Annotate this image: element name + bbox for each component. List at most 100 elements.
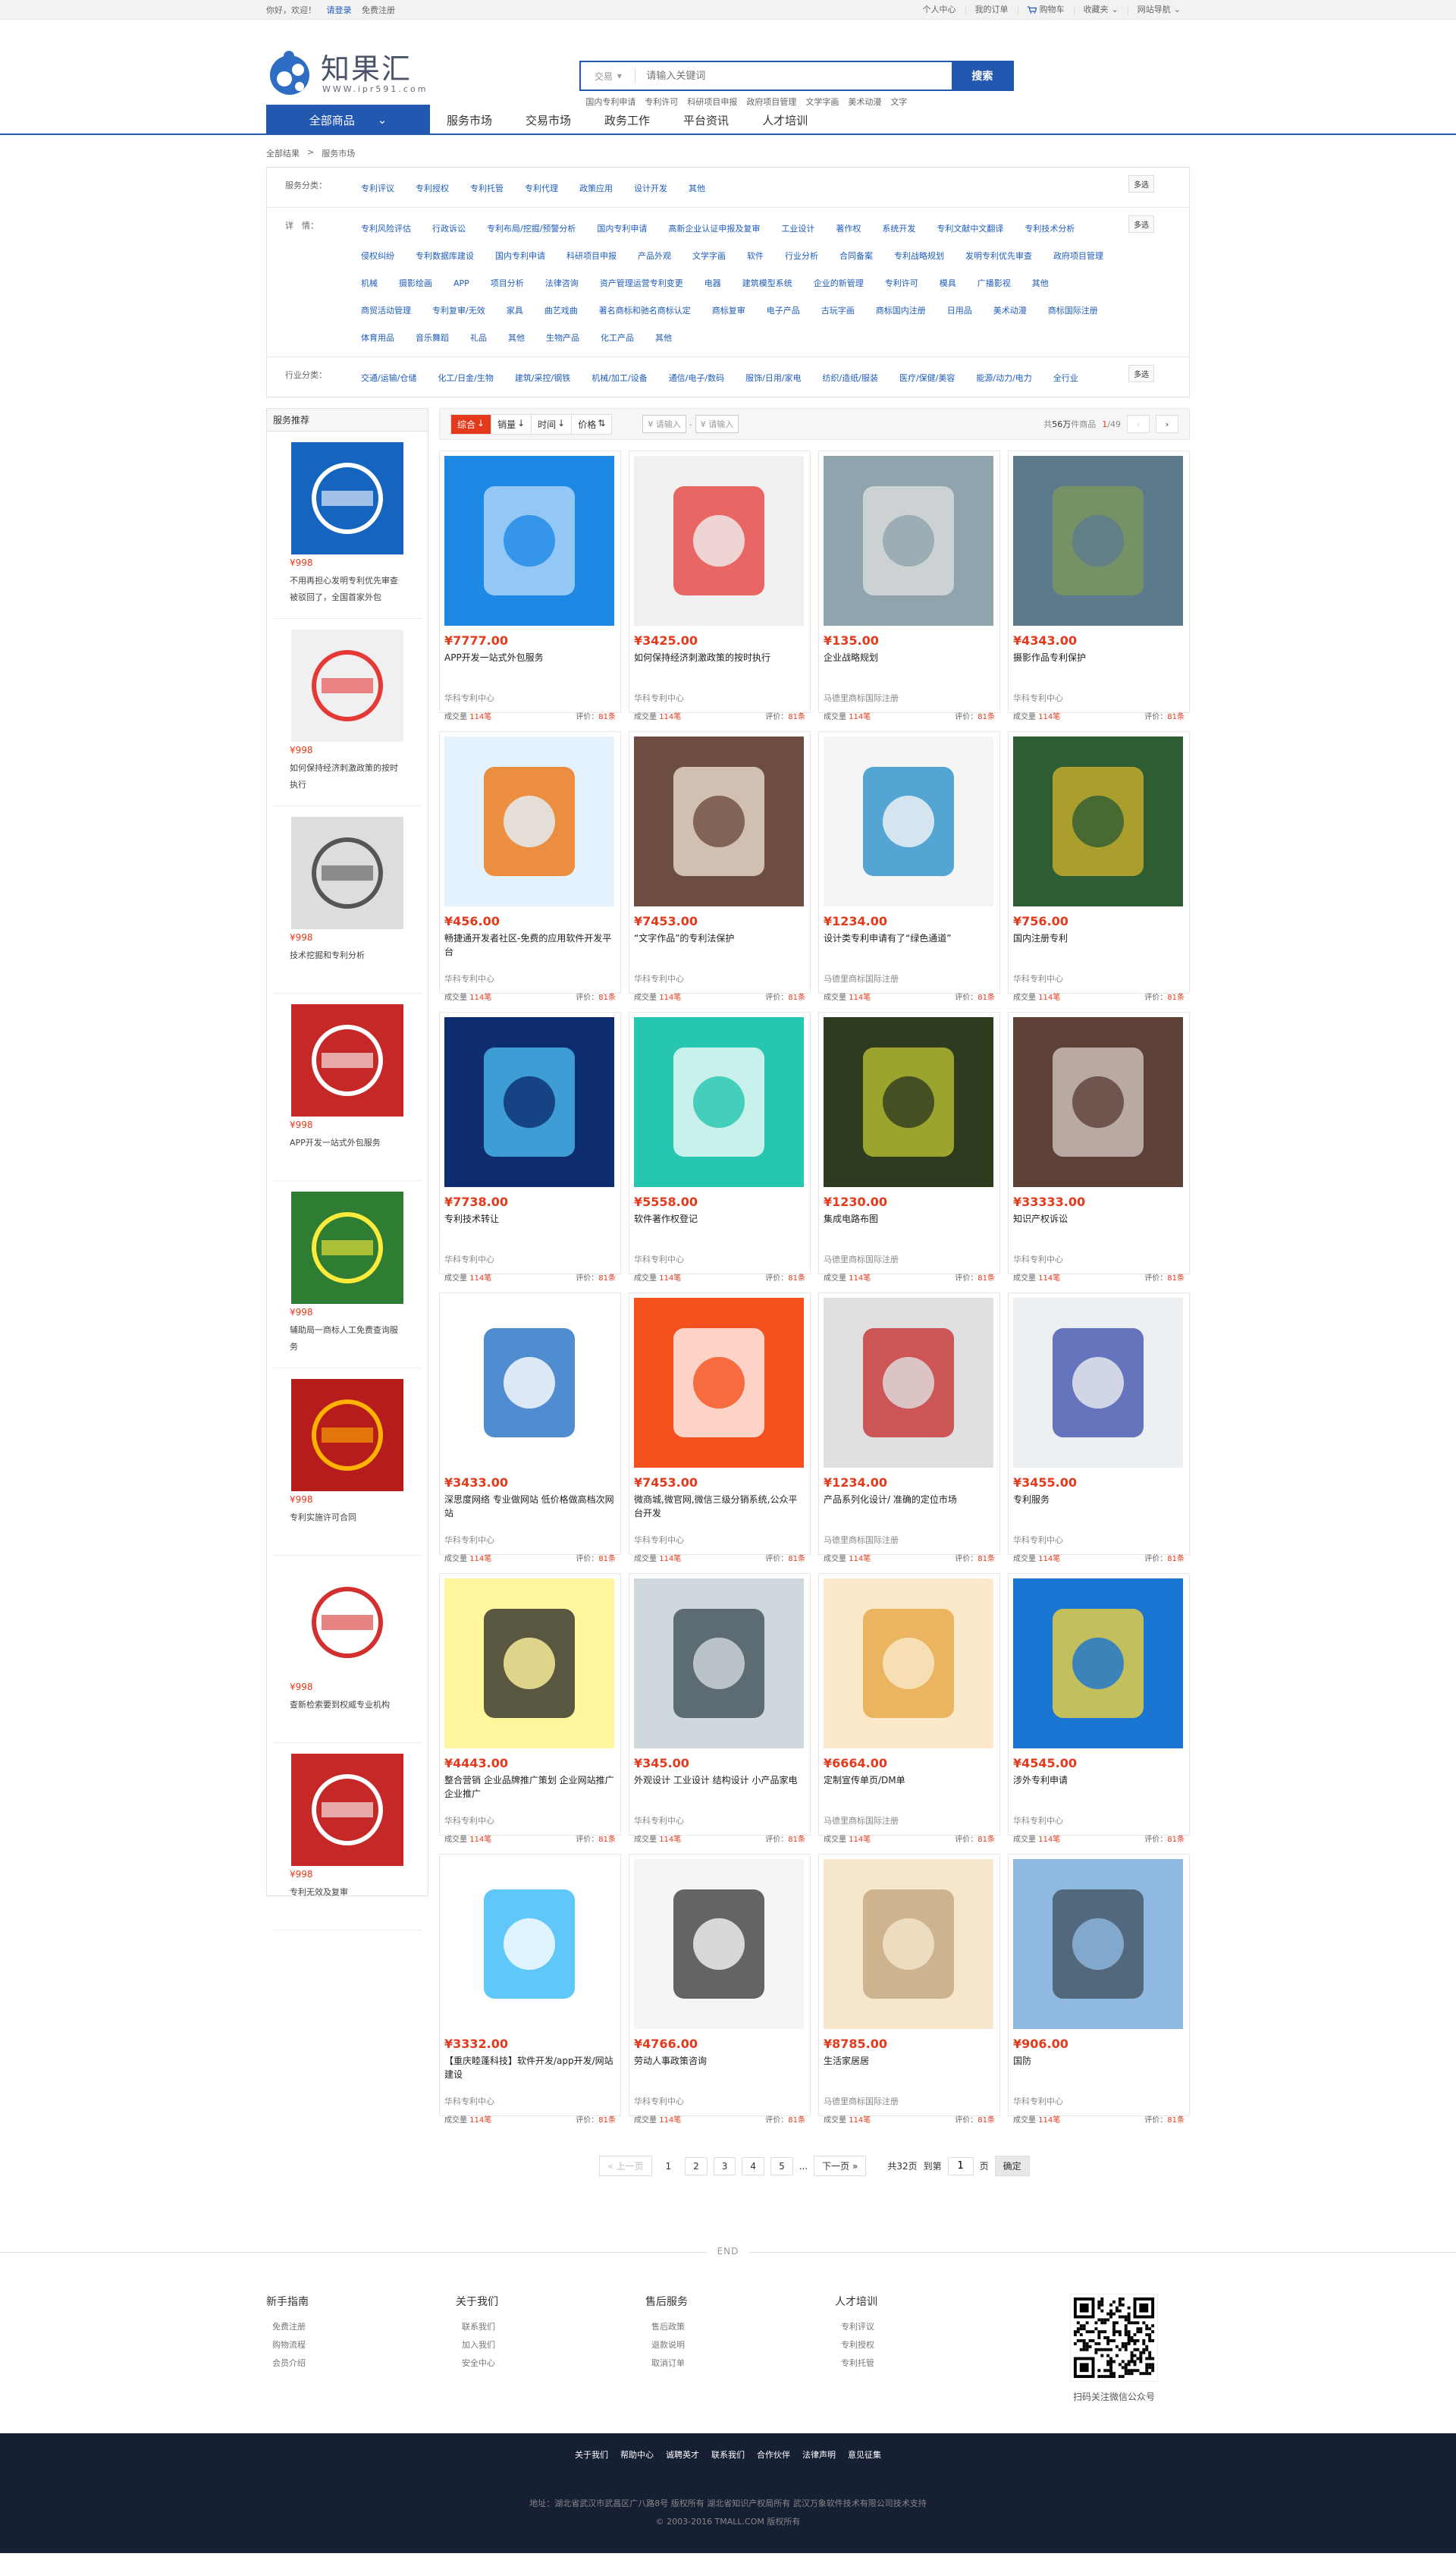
filter-option[interactable]: 资产管理运营专利变更 [600, 270, 683, 297]
recommend-item-image[interactable] [291, 630, 403, 742]
product-shop[interactable]: 华科专利中心 [444, 972, 616, 985]
filter-option[interactable]: 礼品 [470, 325, 487, 352]
filter-option[interactable]: APP [453, 270, 469, 297]
product-title[interactable]: 定制宣传单页/DM单 [824, 1773, 995, 1802]
product-card[interactable]: ¥4443.00 整合营销 企业品牌推广策划 企业网站推广 企业推广 华科专利中… [439, 1573, 621, 1844]
product-image[interactable] [824, 1859, 993, 2029]
filter-option[interactable]: 系统开发 [882, 215, 915, 243]
recommend-item-title[interactable]: 技术挖掘和专利分析 [290, 947, 405, 964]
filter-option[interactable]: 项目分析 [491, 270, 524, 297]
footer-link[interactable]: 退款说明 [651, 2336, 835, 2354]
filter-option[interactable]: 音乐舞蹈 [416, 325, 449, 352]
product-image[interactable] [1013, 1578, 1183, 1748]
product-image[interactable] [634, 737, 804, 906]
product-image[interactable] [1013, 1017, 1183, 1187]
filter-option[interactable]: 软件 [747, 243, 764, 270]
product-image[interactable] [444, 1017, 614, 1187]
product-card[interactable]: ¥7777.00 APP开发一站式外包服务 华科专利中心 成交量 114笔 评价… [439, 451, 621, 721]
filter-option[interactable]: 通信/电子/数码 [669, 365, 724, 392]
product-shop[interactable]: 马德里商标国际注册 [824, 972, 995, 985]
filter-option[interactable]: 服饰/日用/家电 [745, 365, 801, 392]
product-image[interactable] [1013, 456, 1183, 626]
filter-option[interactable]: 侵权纠纷 [361, 243, 394, 270]
product-shop[interactable]: 华科专利中心 [1013, 972, 1185, 985]
product-title[interactable]: 畅捷通开发者社区-免费的应用软件开发平台 [444, 931, 616, 960]
filter-option[interactable]: 政府项目管理 [1053, 243, 1103, 270]
product-shop[interactable]: 华科专利中心 [1013, 1814, 1185, 1826]
product-shop[interactable]: 华科专利中心 [1013, 1534, 1185, 1546]
product-image[interactable] [634, 1859, 804, 2029]
filter-option[interactable]: 家具 [507, 297, 523, 325]
price-min-input[interactable]: ¥ 请输入 [642, 415, 686, 433]
recommend-item-title[interactable]: 如何保持经济刺激政策的按时执行 [290, 760, 405, 793]
product-title[interactable]: 外观设计 工业设计 结构设计 小产品家电 [634, 1773, 805, 1802]
filter-option[interactable]: 法律咨询 [545, 270, 579, 297]
product-title[interactable]: 【重庆睦蓬科技】软件开发/app开发/网站建设 [444, 2054, 616, 2083]
recommend-item[interactable]: ¥998 不用再担心发明专利优先审查被驳回了，全国首家外包 [273, 432, 422, 619]
product-shop[interactable]: 华科专利中心 [1013, 2095, 1185, 2107]
nav-government-work[interactable]: 政务工作 [588, 105, 667, 135]
price-max-input[interactable]: ¥ 请输入 [695, 415, 739, 433]
recommend-item-image[interactable] [291, 1754, 403, 1866]
recommend-item-image[interactable] [291, 1004, 403, 1117]
product-title[interactable]: 集成电路布图 [824, 1212, 995, 1241]
footer-link[interactable]: 专利授权 [841, 2336, 1025, 2354]
product-title[interactable]: 国内注册专利 [1013, 931, 1185, 960]
bottom-link[interactable]: 意见征集 [848, 2448, 881, 2461]
filter-option[interactable]: 医疗/保健/美容 [899, 365, 955, 392]
page-number[interactable]: 2 [685, 2156, 708, 2175]
product-card[interactable]: ¥4343.00 摄影作品专利保护 华科专利中心 成交量 114笔 评价：81条 [1008, 451, 1190, 721]
product-card[interactable]: ¥8785.00 生活家居居 马德里商标国际注册 成交量 114笔 评价：81条 [818, 1854, 1000, 2125]
recommend-item-title[interactable]: 不用再担心发明专利优先审查被驳回了，全国首家外包 [290, 573, 405, 606]
footer-link[interactable]: 售后政策 [651, 2318, 835, 2336]
product-shop[interactable]: 华科专利中心 [634, 1534, 805, 1546]
filter-option[interactable]: 其他 [508, 325, 525, 352]
page-number-current[interactable]: 1 [657, 2157, 679, 2175]
recommend-item-image[interactable] [291, 817, 403, 929]
register-link[interactable]: 免费注册 [362, 5, 395, 15]
product-title[interactable]: APP开发一站式外包服务 [444, 651, 616, 680]
filter-option[interactable]: 设计开发 [634, 175, 667, 203]
product-card[interactable]: ¥7738.00 专利技术转让 华科专利中心 成交量 114笔 评价：81条 [439, 1012, 621, 1283]
product-title[interactable]: 深思度网络 专业做网站 低价格做高档次网站 [444, 1493, 616, 1522]
recommend-item-image[interactable] [291, 442, 403, 554]
footer-link[interactable]: 会员介绍 [272, 2354, 456, 2373]
product-title[interactable]: 摄影作品专利保护 [1013, 651, 1185, 680]
filter-option[interactable]: 模具 [940, 270, 956, 297]
product-shop[interactable]: 华科专利中心 [444, 1534, 616, 1546]
prev-page-button[interactable]: « 上一页 [599, 2156, 652, 2176]
footer-link[interactable]: 专利托管 [841, 2354, 1025, 2373]
next-page-arrow-icon[interactable]: › [1156, 415, 1178, 433]
recommend-item-image[interactable] [291, 1566, 403, 1679]
goto-page-input[interactable] [947, 2156, 974, 2175]
filter-option[interactable]: 产品外观 [638, 243, 671, 270]
nav-trade-market[interactable]: 交易市场 [509, 105, 588, 135]
filter-option[interactable]: 工业设计 [781, 215, 814, 243]
product-shop[interactable]: 马德里商标国际注册 [824, 2095, 995, 2107]
product-card[interactable]: ¥1230.00 集成电路布图 马德里商标国际注册 成交量 114笔 评价：81… [818, 1012, 1000, 1283]
product-shop[interactable]: 马德里商标国际注册 [824, 692, 995, 704]
filter-option[interactable]: 其他 [1032, 270, 1049, 297]
recommend-item-title[interactable]: 辅助局一商标人工免费查询服务 [290, 1322, 405, 1355]
product-title[interactable]: 如何保持经济刺激政策的按时执行 [634, 651, 805, 680]
footer-link[interactable]: 安全中心 [462, 2354, 645, 2373]
filter-option[interactable]: 国内专利申请 [597, 215, 647, 243]
product-card[interactable]: ¥7453.00 “文字作品”的专利法保护 华科专利中心 成交量 114笔 评价… [629, 731, 811, 1002]
product-title[interactable]: 知识产权诉讼 [1013, 1212, 1185, 1241]
filter-option[interactable]: 专利技术分析 [1025, 215, 1075, 243]
filter-option[interactable]: 文学字画 [692, 243, 726, 270]
product-image[interactable] [444, 1859, 614, 2029]
product-shop[interactable]: 马德里商标国际注册 [824, 1534, 995, 1546]
product-image[interactable] [444, 456, 614, 626]
product-shop[interactable]: 华科专利中心 [634, 1814, 805, 1826]
filter-option[interactable]: 商标复审 [712, 297, 745, 325]
page-number[interactable]: 3 [713, 2156, 736, 2175]
bottom-link[interactable]: 法律声明 [802, 2448, 836, 2461]
filter-option[interactable]: 专利复审/无效 [432, 297, 485, 325]
product-card[interactable]: ¥345.00 外观设计 工业设计 结构设计 小产品家电 华科专利中心 成交量 … [629, 1573, 811, 1844]
product-title[interactable]: 专利技术转让 [444, 1212, 616, 1241]
product-image[interactable] [1013, 1859, 1183, 2029]
filter-option[interactable]: 专利风险评估 [361, 215, 411, 243]
product-card[interactable]: ¥3332.00 【重庆睦蓬科技】软件开发/app开发/网站建设 华科专利中心 … [439, 1854, 621, 2125]
filter-option[interactable]: 企业的新管理 [814, 270, 864, 297]
